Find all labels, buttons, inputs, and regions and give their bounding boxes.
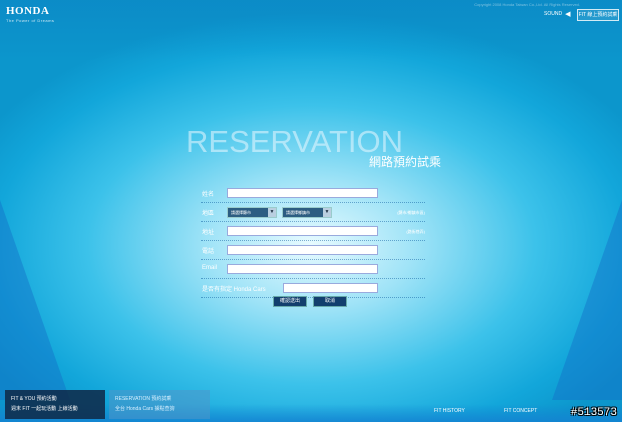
reservation-form: 姓名 地區 請選擇縣市 ▼ 請選擇鄉鎮市 ▼ (縣市/鄉鎮市區) 地址 (路街巷… [201,184,425,298]
form-row-address: 地址 (路街巷弄) [201,222,425,241]
form-row-phone: 電話 [201,241,425,260]
logo-text: HONDA [6,5,50,17]
decor-left [0,200,70,400]
top-glow [0,0,622,60]
form-buttons: 確認送出 取消 [273,296,347,307]
name-input[interactable] [227,188,378,198]
speaker-icon: ◀ [565,11,571,18]
nav-fit-concept[interactable]: FIT CONCEPT [504,408,537,414]
form-row-region: 地區 請選擇縣市 ▼ 請選擇鄉鎮市 ▼ (縣市/鄉鎮市區) [201,203,425,222]
copyright-text: Copyright 2008 Honda Taiwan Co.,Ltd. All… [474,2,580,7]
address-label: 地址 [202,230,215,236]
sound-toggle[interactable]: SOUND ◀ [544,10,570,18]
name-label: 姓名 [202,192,215,198]
chevron-down-icon: ▼ [323,208,331,217]
dealer-label: 是否有指定 Honda Cars [202,287,266,293]
address-input[interactable] [227,226,378,236]
city-select-value: 請選擇縣市 [231,210,251,215]
honda-logo[interactable]: HONDA The Power of Dreams [6,5,54,23]
address-note: (路街巷弄) [406,229,425,234]
page-title-zh: 網路預約試乘 [369,155,442,169]
email-input[interactable] [227,264,378,274]
city-select[interactable]: 請選擇縣市 ▼ [227,207,277,218]
form-row-name: 姓名 [201,184,425,203]
dealer-input[interactable] [283,283,378,293]
reservation-top-button[interactable]: FIT 線上預約試乘 [577,9,619,21]
email-label: Email [202,265,218,271]
sound-label: SOUND [544,11,563,17]
nav-fit-history[interactable]: FIT HISTORY [434,408,465,414]
promo-mid-line-2[interactable]: 全台 Honda Cars 據點查詢 [115,404,204,414]
district-select-value: 請選擇鄉鎮市 [286,210,310,215]
phone-input[interactable] [227,245,378,255]
promo-left-line-1[interactable]: FIT & YOU 預約活動 [11,394,99,404]
decor-right [552,200,622,400]
form-row-email: Email [201,260,425,279]
promo-left-line-2[interactable]: 週末 FIT 一起玩活動 上線活動 [11,404,99,414]
chevron-down-icon: ▼ [268,208,276,217]
promo-panel-mid[interactable]: RESERVATION 預約試乘 全台 Honda Cars 據點查詢 [109,390,210,419]
logo-tagline: The Power of Dreams [6,18,55,23]
cancel-button[interactable]: 取消 [313,296,347,307]
region-note: (縣市/鄉鎮市區) [397,210,425,215]
promo-panel-left[interactable]: FIT & YOU 預約活動 週末 FIT 一起玩活動 上線活動 [5,390,105,419]
phone-label: 電話 [202,249,215,255]
region-label: 地區 [202,211,215,217]
watermark-id: #513573 [570,407,617,419]
submit-button[interactable]: 確認送出 [273,296,307,307]
district-select[interactable]: 請選擇鄉鎮市 ▼ [282,207,332,218]
promo-mid-line-1[interactable]: RESERVATION 預約試乘 [115,394,204,404]
